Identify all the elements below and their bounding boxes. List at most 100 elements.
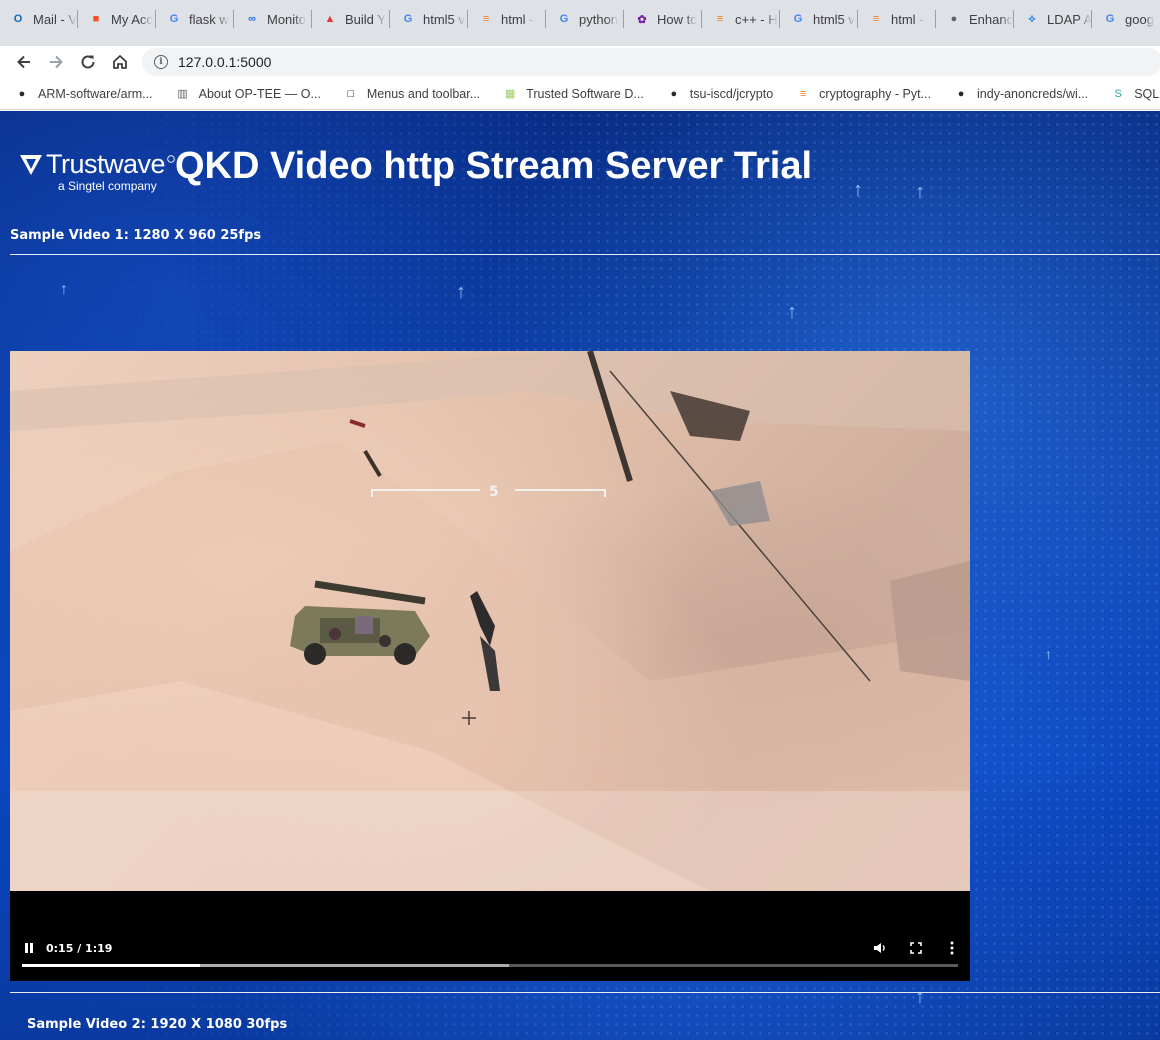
forward-button[interactable]: [40, 47, 72, 77]
tab-title: LDAP A: [1047, 11, 1092, 27]
address-bar[interactable]: i 127.0.0.1:5000: [142, 48, 1160, 76]
decor-arrow-icon: ↑: [915, 181, 925, 203]
square-icon: □: [347, 87, 355, 100]
browser-toolbar: i 127.0.0.1:5000: [0, 46, 1160, 78]
tab-title: Monito: [267, 11, 307, 27]
monitor-icon: ∞: [248, 13, 256, 25]
bookmark-item[interactable]: ▥ About OP-TEE — O...: [175, 86, 321, 102]
registered-mark-icon: [167, 155, 175, 163]
stackoverflow-icon: ≡: [716, 13, 724, 25]
tab-title: Enhanc: [969, 11, 1014, 27]
bookmark-item[interactable]: ● tsu-iscd/jcrypto: [666, 86, 773, 102]
bookmark-label: indy-anoncreds/wi...: [977, 86, 1089, 101]
url-text: 127.0.0.1:5000: [178, 54, 272, 70]
decor-arrow-icon: ↑: [60, 281, 68, 298]
browser-tab[interactable]: Ghtml5 v: [390, 0, 468, 38]
google-icon: G: [1105, 13, 1115, 25]
video-controls: 0:15 / 1:19: [10, 921, 970, 981]
build-icon: ▲: [324, 13, 336, 25]
tab-title: flask w: [189, 11, 229, 27]
divider: [10, 254, 1160, 255]
bookmark-item[interactable]: ≡ cryptography - Pyt...: [795, 86, 931, 102]
tab-title: Build Y: [345, 11, 386, 27]
forward-arrow-icon: [50, 55, 63, 69]
tab-title: html -: [501, 11, 534, 27]
github-icon: ●: [957, 87, 965, 100]
fullscreen-icon[interactable]: [910, 942, 922, 954]
stackoverflow-icon: ≡: [872, 13, 880, 25]
video-player-1[interactable]: 5 0:15 / 1:19: [10, 351, 970, 981]
bookmarks-bar: ● ARM-software/arm... ▥ About OP-TEE — O...…: [0, 78, 1160, 110]
tab-title: html -: [891, 11, 924, 27]
home-icon: [113, 55, 127, 69]
browser-tab[interactable]: Ggoog: [1092, 0, 1160, 38]
browser-tab[interactable]: Ghtml5 v: [780, 0, 858, 38]
bookmark-item[interactable]: ● indy-anoncreds/wi...: [953, 86, 1089, 102]
bookmark-label: ARM-software/arm...: [38, 86, 153, 101]
pause-icon[interactable]: [23, 942, 35, 954]
bookmark-item[interactable]: ● ARM-software/arm...: [14, 86, 153, 102]
bookmark-label: cryptography - Pyt...: [819, 86, 932, 101]
bookmark-label: About OP-TEE — O...: [198, 86, 321, 101]
ldap-icon: ⟡: [1028, 12, 1036, 25]
reload-button[interactable]: [72, 47, 104, 77]
google-icon: G: [793, 13, 803, 25]
browser-tab[interactable]: O Mail - V: [0, 0, 78, 38]
browser-tab[interactable]: ≡ c++ - H: [702, 0, 780, 38]
stackoverflow-icon: ≡: [482, 13, 490, 25]
bookmark-item[interactable]: S SQLite Python: [1110, 86, 1160, 102]
browser-tab[interactable]: ≡ html -: [858, 0, 936, 38]
google-icon: G: [403, 13, 413, 25]
progress-bar[interactable]: [22, 964, 958, 967]
bookmark-item[interactable]: ▦ Trusted Software D...: [502, 86, 644, 102]
back-arrow-icon: [17, 55, 30, 69]
home-button[interactable]: [104, 47, 136, 77]
reticle-label: 5: [489, 484, 499, 500]
browser-tab[interactable]: ● Enhanc: [936, 0, 1014, 38]
tab-title: goog: [1125, 11, 1154, 27]
browser-tab[interactable]: ≡ html -: [468, 0, 546, 38]
divider: [10, 992, 1160, 993]
decor-arrow-icon: ↑: [915, 986, 925, 1008]
bookmark-label: Menus and toolbar...: [366, 86, 481, 101]
back-button[interactable]: [8, 47, 40, 77]
page-content: ↑ ↑ ↑ ↑ ↑ ↑ ↑ ↑ Trustwave a Singtel comp…: [0, 111, 1160, 1040]
book-icon: ▥: [177, 88, 188, 100]
howto-icon: ✿: [637, 13, 647, 26]
bookmark-label: tsu-iscd/jcrypto: [689, 86, 774, 101]
tab-title: Mail - V: [33, 11, 78, 27]
bookmark-item[interactable]: □ Menus and toolbar...: [343, 86, 481, 102]
browser-tab[interactable]: Gflask w: [156, 0, 234, 38]
tab-title: python: [579, 11, 619, 27]
tab-title: html5 v: [423, 11, 465, 27]
decor-arrow-icon: ↑: [456, 281, 466, 303]
video-1-label: Sample Video 1: 1280 X 960 25fps: [10, 228, 262, 243]
bookmark-label: SQLite Python: [1134, 86, 1160, 101]
trustwave-logo-icon: [20, 154, 42, 175]
browser-tab[interactable]: ■ My Acc: [78, 0, 156, 38]
tab-strip: O Mail - V ■ My Acc Gflask w ∞ Monito ▲ Build YG…: [0, 0, 1160, 46]
stackoverflow-icon: ≡: [799, 87, 807, 100]
decor-arrow-icon: ↑: [853, 179, 863, 201]
globe-icon: ●: [950, 13, 958, 25]
github-icon: ●: [670, 87, 678, 100]
github-icon: ●: [18, 87, 26, 100]
sqlite-icon: S: [1114, 87, 1122, 100]
tab-title: c++ - H: [735, 11, 778, 27]
browser-tab[interactable]: ✿ How to: [624, 0, 702, 38]
more-options-icon[interactable]: [949, 941, 955, 955]
site-info-icon[interactable]: i: [154, 55, 168, 69]
decor-arrow-icon: ↑: [1045, 646, 1052, 662]
brand-name: Trustwave: [46, 149, 166, 179]
browser-tab[interactable]: ▲ Build Y: [312, 0, 390, 38]
progress-played: [22, 964, 200, 967]
browser-tab[interactable]: ⟡ LDAP A: [1014, 0, 1092, 38]
page-title: QKD Video http Stream Server Trial: [175, 145, 813, 187]
microsoft-icon: ■: [92, 13, 100, 25]
browser-tab[interactable]: Gpython: [546, 0, 624, 38]
video-2-label: Sample Video 2: 1920 X 1080 30fps: [27, 1017, 288, 1032]
video-frame[interactable]: 5: [10, 351, 970, 891]
volume-icon[interactable]: [873, 941, 887, 955]
browser-tab[interactable]: ∞ Monito: [234, 0, 312, 38]
tab-title: How to: [657, 11, 698, 27]
